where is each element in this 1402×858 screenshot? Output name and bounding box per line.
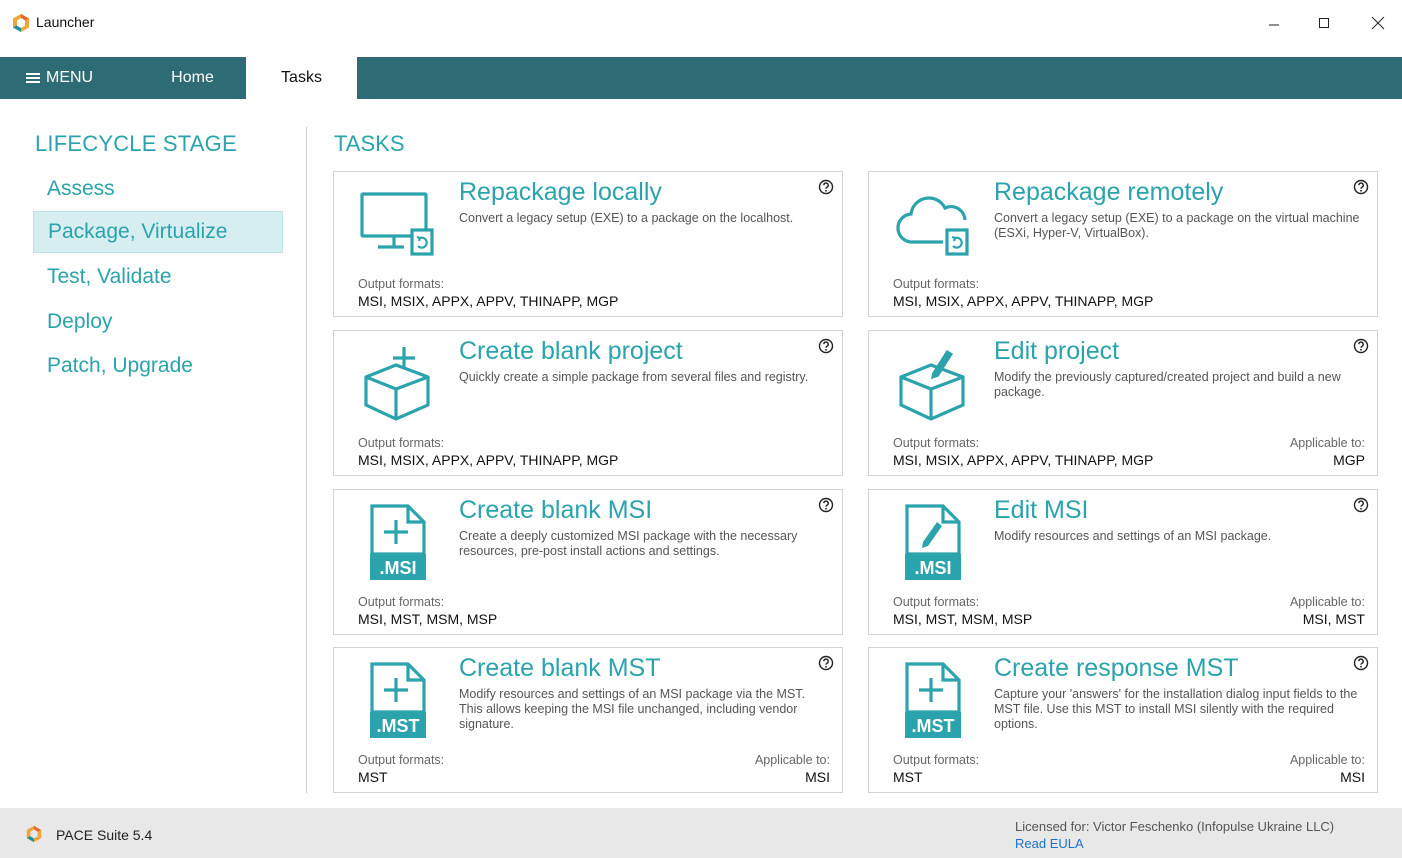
output-formats-label: Output formats: [893, 277, 980, 291]
box-plus-icon [364, 347, 430, 421]
sidebar-item-patch-upgrade[interactable]: Patch, Upgrade [33, 345, 283, 387]
output-formats-label: Output formats: [358, 436, 445, 450]
hamburger-icon [26, 73, 40, 83]
card-description: Modify the previously captured/created p… [994, 370, 1341, 399]
msi-icon-label: .MSI [914, 558, 951, 578]
card-title: Create response MST [994, 654, 1239, 682]
minimize-icon [1269, 24, 1279, 26]
mst-icon-label: .MST [377, 716, 420, 736]
sidebar-divider [306, 127, 307, 793]
tab-home[interactable]: Home [145, 57, 240, 99]
task-card-edit-project[interactable]: Edit project Modify the previously captu… [868, 330, 1378, 476]
output-formats-value: MSI, MST, MSM, MSP [893, 611, 1033, 627]
task-card-create-response-mst[interactable]: .MST Create response MST Capture your 'a… [868, 647, 1378, 793]
help-icon[interactable] [1353, 338, 1369, 354]
task-card-repackage-remotely[interactable]: Repackage remotely Convert a legacy setu… [868, 171, 1378, 317]
msi-edit-icon: .MSI [905, 504, 961, 580]
help-icon[interactable] [1353, 497, 1369, 513]
msi-plus-icon: .MSI [370, 504, 426, 580]
box-edit-icon [899, 349, 965, 421]
mst-response-icon: .MST [905, 662, 961, 738]
output-formats-value: MSI, MSIX, APPX, APPV, THINAPP, MGP [893, 452, 1154, 468]
card-title: Create blank MST [459, 654, 661, 682]
card-description: Modify resources and settings of an MSI … [459, 687, 806, 731]
tasks-title: TASKS [334, 131, 405, 156]
close-button[interactable] [1356, 8, 1400, 38]
output-formats-label: Output formats: [893, 595, 980, 609]
msi-icon-label: .MSI [379, 558, 416, 578]
help-icon[interactable] [1353, 179, 1369, 195]
card-title: Create blank project [459, 337, 683, 365]
applicable-to-value: MSI [805, 769, 830, 785]
applicable-to-value: MSI, MST [1302, 611, 1365, 627]
help-icon[interactable] [818, 338, 834, 354]
window-title: Launcher [36, 14, 95, 30]
card-description: Capture your 'answers' for the installat… [994, 687, 1358, 731]
applicable-to-value: MSI [1340, 769, 1365, 785]
mst-icon-label: .MST [912, 716, 955, 736]
task-card-create-blank-project[interactable]: Create blank project Quickly create a si… [333, 330, 843, 476]
output-formats-value: MST [358, 769, 388, 785]
menu-button[interactable]: MENU [26, 57, 93, 99]
card-title: Create blank MSI [459, 496, 653, 524]
card-description: Convert a legacy setup (EXE) to a packag… [994, 211, 1360, 240]
task-card-create-blank-msi[interactable]: .MSI Create blank MSI Create a deeply cu… [333, 489, 843, 635]
output-formats-label: Output formats: [358, 595, 445, 609]
app-logo-icon [26, 825, 42, 843]
output-formats-value: MSI, MSIX, APPX, APPV, THINAPP, MGP [358, 293, 619, 309]
maximize-icon [1319, 18, 1329, 28]
cloud-icon [896, 196, 969, 256]
help-icon[interactable] [818, 497, 834, 513]
applicable-to-value: MGP [1333, 452, 1365, 468]
applicable-to-label: Applicable to: [1289, 753, 1365, 767]
card-title: Edit project [994, 337, 1120, 365]
monitor-icon [360, 192, 434, 256]
card-title: Edit MSI [994, 496, 1089, 524]
output-formats-label: Output formats: [893, 753, 980, 767]
sidebar-item-package-virtualize[interactable]: Package, Virtualize [33, 211, 283, 253]
status-bar: PACE Suite 5.4 Licensed for: Victor Fesc… [0, 808, 1402, 858]
minimize-button[interactable] [1252, 8, 1296, 38]
output-formats-value: MSI, MSIX, APPX, APPV, THINAPP, MGP [893, 293, 1154, 309]
title-bar: Launcher [0, 0, 1402, 46]
card-description: Create a deeply customized MSI package w… [459, 529, 798, 558]
help-icon[interactable] [818, 655, 834, 671]
read-eula-link[interactable]: Read EULA [1015, 836, 1084, 851]
output-formats-label: Output formats: [893, 436, 980, 450]
output-formats-value: MSI, MST, MSM, MSP [358, 611, 498, 627]
output-formats-value: MST [893, 769, 923, 785]
app-logo-icon [13, 14, 29, 32]
sidebar-title: LIFECYCLE STAGE [35, 131, 237, 156]
output-formats-label: Output formats: [358, 277, 445, 291]
applicable-to-label: Applicable to: [1289, 436, 1365, 450]
applicable-to-label: Applicable to: [754, 753, 830, 767]
help-icon[interactable] [1353, 655, 1369, 671]
sidebar-item-test-validate[interactable]: Test, Validate [33, 256, 283, 298]
card-description: Convert a legacy setup (EXE) to a packag… [459, 211, 794, 225]
maximize-button[interactable] [1302, 8, 1346, 38]
menu-label: MENU [46, 69, 94, 86]
card-description: Quickly create a simple package from sev… [459, 370, 809, 384]
applicable-to-label: Applicable to: [1289, 595, 1365, 609]
card-description: Modify resources and settings of an MSI … [994, 529, 1272, 543]
card-title: Repackage locally [459, 178, 662, 206]
sidebar-item-assess[interactable]: Assess [33, 168, 283, 210]
card-title: Repackage remotely [994, 178, 1224, 206]
output-formats-value: MSI, MSIX, APPX, APPV, THINAPP, MGP [358, 452, 619, 468]
output-formats-label: Output formats: [358, 753, 445, 767]
mst-plus-icon: .MST [370, 662, 426, 738]
license-info: Licensed for: Victor Feschenko (Infopuls… [1015, 819, 1335, 834]
help-icon[interactable] [818, 179, 834, 195]
task-card-repackage-locally[interactable]: Repackage locally Convert a legacy setup… [333, 171, 843, 317]
close-icon [1371, 16, 1385, 30]
sidebar-item-deploy[interactable]: Deploy [33, 301, 283, 343]
task-card-create-blank-mst[interactable]: .MST Create blank MST Modify resources a… [333, 647, 843, 793]
product-version: PACE Suite 5.4 [56, 827, 153, 843]
task-card-edit-msi[interactable]: .MSI Edit MSI Modify resources and setti… [868, 489, 1378, 635]
nav-bar: MENU Home Tasks [0, 57, 1402, 99]
tab-tasks[interactable]: Tasks [246, 57, 357, 99]
